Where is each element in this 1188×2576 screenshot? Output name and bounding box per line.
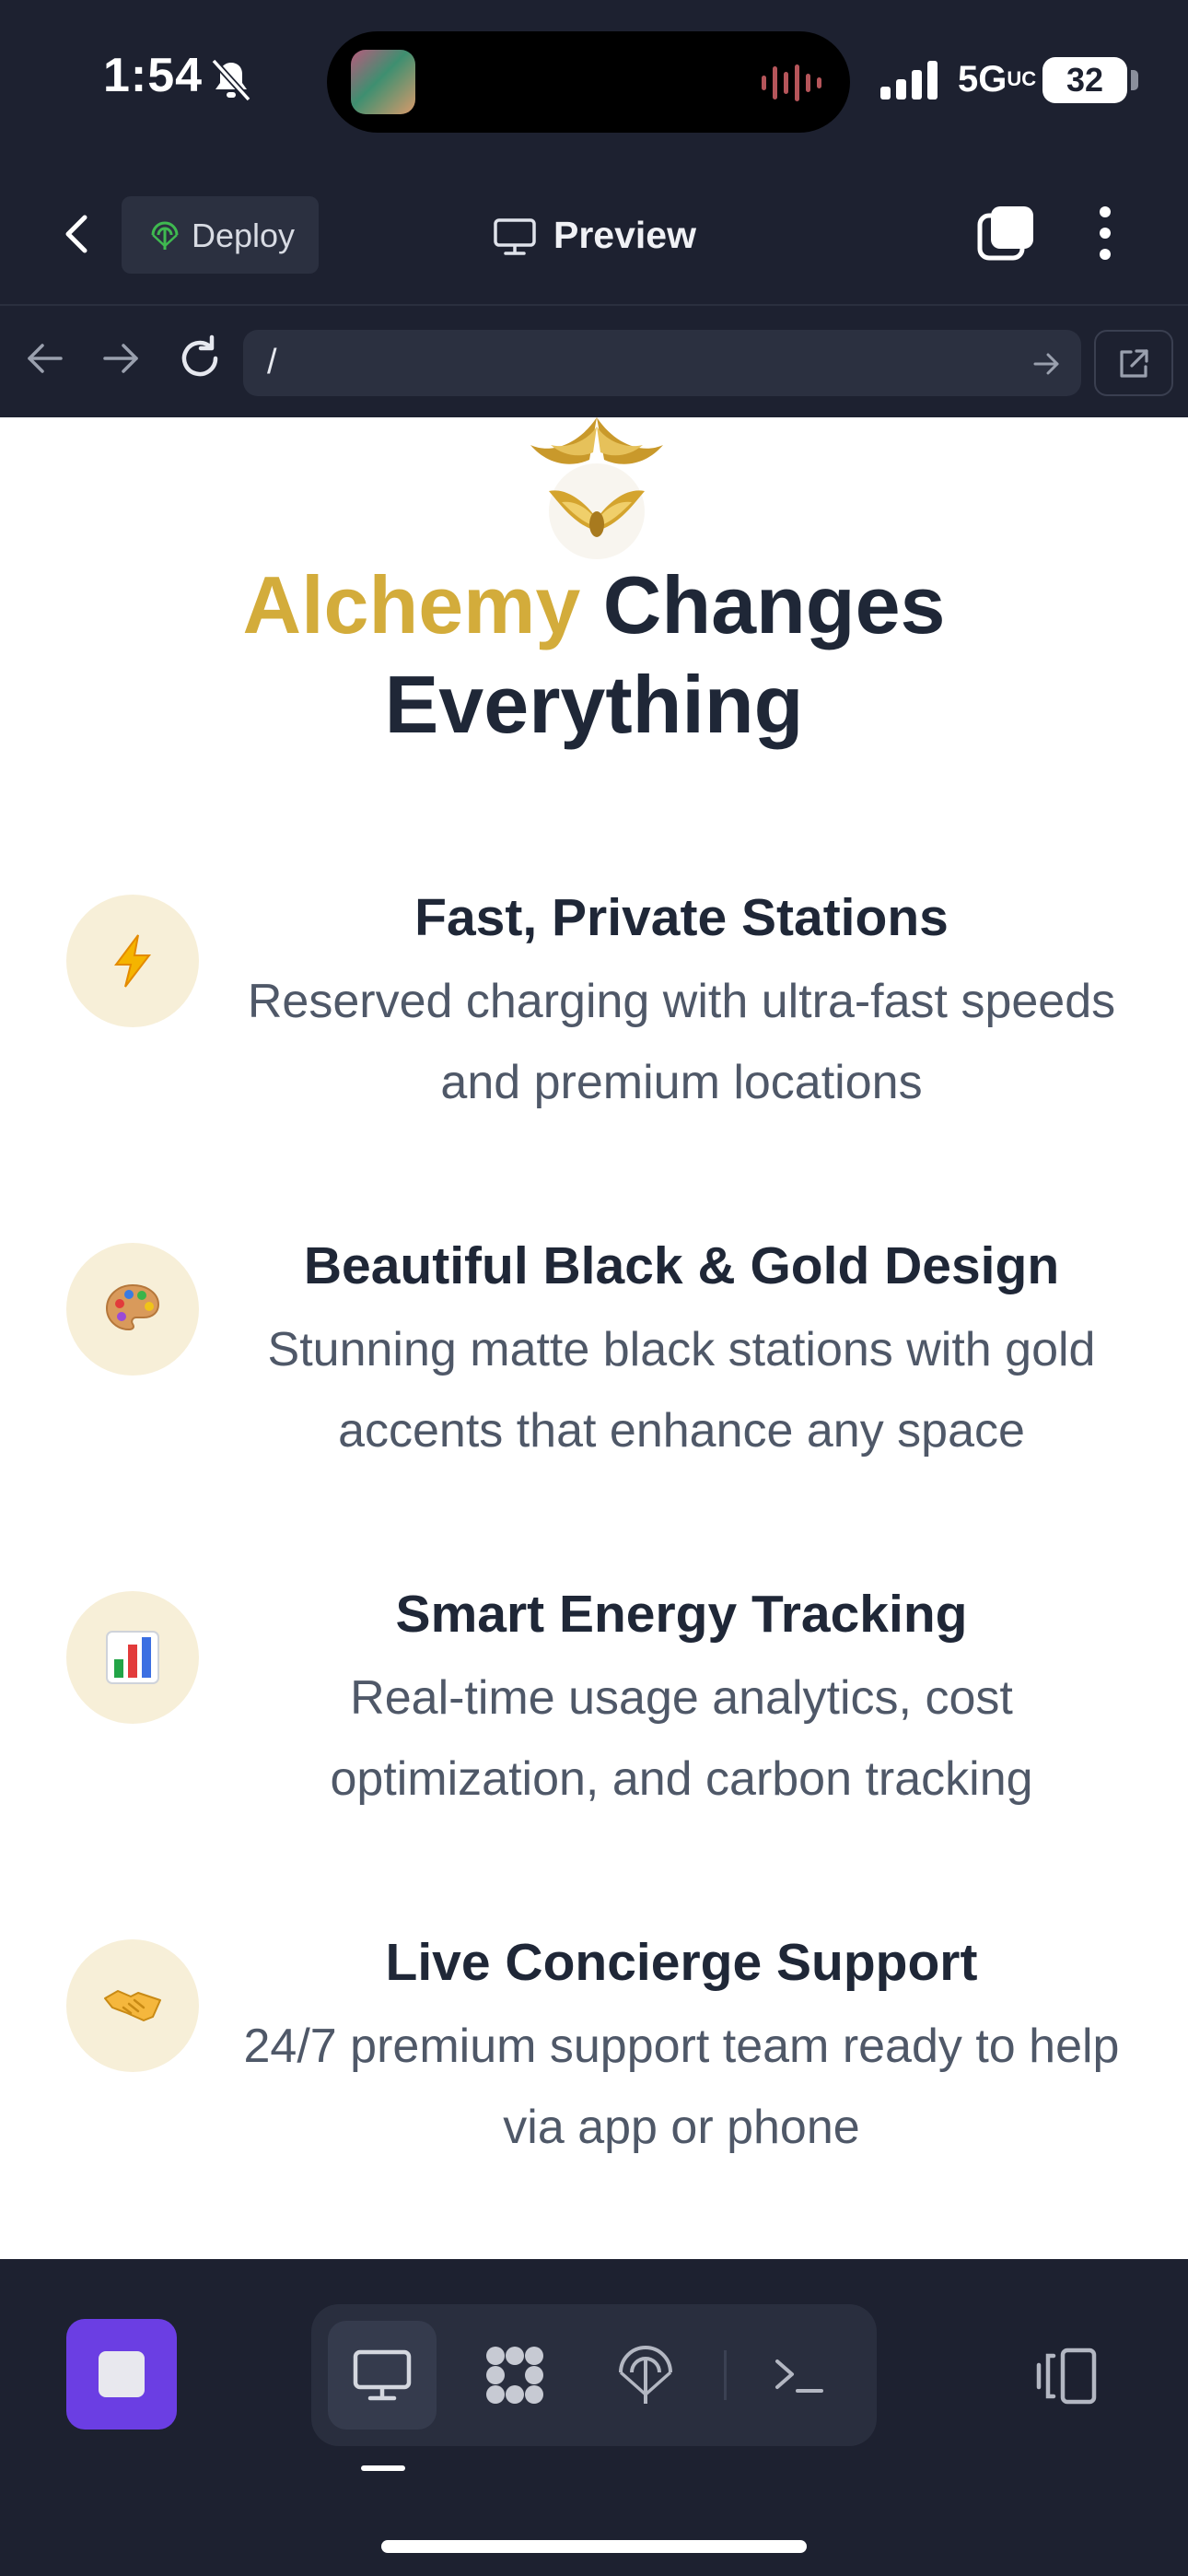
go-arrow-icon[interactable]	[1031, 350, 1061, 378]
url-input[interactable]: /	[243, 330, 1081, 396]
console-button[interactable]	[744, 2321, 853, 2430]
lightning-icon	[114, 934, 152, 988]
preview-tab[interactable]: Preview	[493, 208, 732, 263]
feature-description: Stunning matte black stations with gold …	[267, 1323, 1096, 1458]
hero-headline: Alchemy Changes Everything	[0, 556, 1188, 755]
battery-indicator: 32	[1042, 57, 1127, 103]
arrow-right-icon[interactable]	[99, 337, 142, 380]
feature-icon-badge	[66, 1939, 199, 2072]
bottom-toolbar	[0, 2260, 1188, 2576]
feature-title: Live Concierge Support	[385, 1933, 978, 1992]
app-header: Deploy Preview	[0, 166, 1188, 306]
feature-item: Fast, Private Stations Reserved charging…	[0, 885, 1188, 1180]
audio-waveform-icon	[762, 64, 821, 101]
deploy-antenna-icon	[151, 221, 179, 250]
apps-grid-button[interactable]	[460, 2321, 569, 2430]
deploy-antenna-icon	[619, 2346, 672, 2404]
stop-button[interactable]	[66, 2319, 177, 2430]
external-link-icon	[1120, 349, 1148, 378]
deployments-button[interactable]	[591, 2321, 700, 2430]
now-playing-artwork[interactable]	[351, 50, 415, 114]
headline-accent: Alchemy	[242, 559, 581, 650]
more-options-icon[interactable]	[1087, 203, 1124, 263]
battery-level: 32	[1066, 61, 1104, 99]
feature-title: Fast, Private Stations	[414, 888, 949, 947]
handshake-icon	[104, 1990, 161, 2021]
deploy-label: Deploy	[192, 217, 296, 254]
toolbar-divider	[724, 2350, 727, 2400]
headline-part-1: Changes	[580, 559, 946, 650]
preview-view-button[interactable]	[328, 2321, 437, 2430]
terminal-icon	[775, 2359, 823, 2393]
back-chevron-icon[interactable]	[48, 205, 107, 263]
monitor-icon	[494, 218, 536, 255]
stop-square-icon	[99, 2351, 145, 2397]
feature-icon-badge	[66, 1591, 199, 1724]
arrow-left-icon[interactable]	[24, 337, 66, 380]
status-time: 1:54	[103, 49, 204, 102]
silent-bell-icon	[211, 58, 251, 102]
feature-item: Smart Energy Tracking Real-time usage an…	[0, 1582, 1188, 1877]
palette-icon	[105, 1283, 160, 1331]
feature-description: Reserved charging with ultra-fast speeds…	[247, 975, 1116, 1109]
battery-cap	[1131, 70, 1138, 90]
feature-icon-badge	[66, 1243, 199, 1376]
network-type: 5GUC	[958, 59, 1037, 100]
open-external-button[interactable]	[1094, 330, 1173, 396]
status-bar: 1:54 5GUC 32	[0, 0, 1188, 166]
home-indicator[interactable]	[381, 2540, 807, 2553]
feature-description: Real-time usage analytics, cost optimiza…	[330, 1671, 1033, 1806]
deploy-button[interactable]: Deploy	[122, 196, 319, 274]
headline-part-2: Everything	[384, 659, 804, 750]
active-view-indicator	[361, 2465, 405, 2471]
feature-item: Beautiful Black & Gold Design Stunning m…	[0, 1234, 1188, 1528]
split-panel-icon[interactable]	[1033, 2343, 1100, 2409]
monitor-icon	[353, 2349, 412, 2401]
reload-icon[interactable]	[175, 334, 225, 383]
preview-label: Preview	[553, 214, 696, 256]
dynamic-island[interactable]	[327, 31, 850, 133]
feature-title: Beautiful Black & Gold Design	[303, 1236, 1060, 1295]
browser-url-row: /	[0, 306, 1188, 416]
url-text: /	[267, 343, 277, 381]
feature-description: 24/7 premium support team ready to help …	[243, 2020, 1120, 2154]
flower-grid-icon	[486, 2347, 543, 2404]
preview-content: Alchemy Changes Everything Fast, Private…	[0, 417, 1188, 2259]
cellular-signal-icon	[880, 61, 938, 100]
feature-item: Live Concierge Support 24/7 premium supp…	[0, 1930, 1188, 2225]
feature-title: Smart Energy Tracking	[395, 1585, 968, 1644]
tabs-switcher-icon[interactable]	[976, 203, 1037, 263]
view-switcher	[311, 2304, 877, 2446]
bar-chart-icon	[106, 1631, 159, 1684]
feature-icon-badge	[66, 895, 199, 1027]
